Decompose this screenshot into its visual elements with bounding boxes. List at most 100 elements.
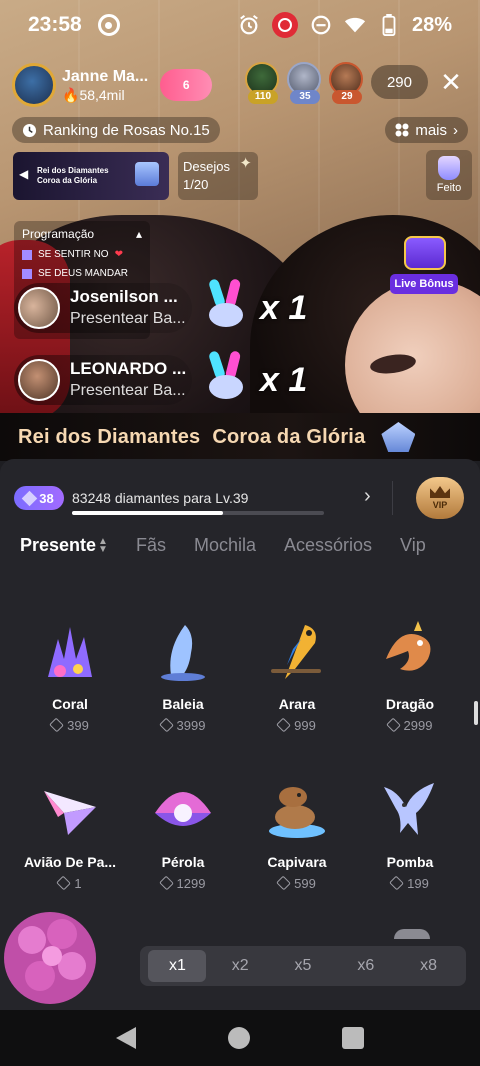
more-label: mais bbox=[415, 121, 447, 139]
live-bonus-button[interactable]: Live Bônus bbox=[390, 236, 458, 294]
tab-acessorios[interactable]: Acessórios bbox=[284, 535, 372, 556]
sender-name: LEONARDO ... bbox=[70, 359, 187, 378]
sender-avatar[interactable] bbox=[18, 287, 60, 329]
host-avatar[interactable] bbox=[12, 63, 56, 107]
tab-vip[interactable]: Vip bbox=[400, 535, 426, 556]
home-icon[interactable] bbox=[228, 1027, 250, 1049]
host-info[interactable]: Janne Ma... 🔥58,4mil 6 bbox=[12, 62, 213, 108]
gift-tabs: Presente ▲ ▼ Fãs Mochila Acessórios Vip bbox=[20, 535, 426, 556]
scrollbar[interactable] bbox=[474, 701, 478, 725]
level-badge: 38 bbox=[14, 486, 64, 510]
top-viewer-avatar[interactable]: 110 bbox=[244, 62, 281, 104]
paper-plane-icon bbox=[44, 791, 96, 835]
promo-strip[interactable]: Rei dos Diamantes Coroa da Glória bbox=[0, 413, 480, 461]
back-icon[interactable] bbox=[116, 1027, 136, 1049]
more-button[interactable]: mais › bbox=[385, 117, 468, 143]
multiplier-x2[interactable]: x2 bbox=[211, 957, 269, 975]
crown-icon bbox=[430, 486, 450, 498]
do-not-disturb-icon bbox=[311, 15, 331, 35]
treasure-chest-icon bbox=[404, 236, 446, 270]
gift-item-perola[interactable]: Pérola 1299 bbox=[128, 773, 238, 913]
viewer-level-badge: 35 bbox=[289, 90, 320, 104]
chevron-right-icon[interactable]: › bbox=[364, 485, 371, 508]
promo-title-right: Coroa da Glória bbox=[212, 425, 366, 448]
next-gift-peek bbox=[394, 929, 430, 939]
pearl-icon bbox=[155, 792, 211, 826]
clock: 23:58 bbox=[28, 13, 82, 36]
done-button[interactable]: Feito bbox=[426, 150, 472, 200]
heart-icon: ❤ bbox=[114, 249, 123, 260]
system-nav-bar bbox=[0, 1010, 480, 1066]
schedule-header: Programação ▴ bbox=[22, 227, 142, 241]
multiplier-x5[interactable]: x5 bbox=[274, 957, 332, 975]
gift-item-coral[interactable]: Coral 399 bbox=[15, 615, 125, 755]
sparkle-icon: ✦ bbox=[239, 155, 252, 172]
gift-name: Avião De Pa... bbox=[23, 854, 117, 870]
viewer-level-badge: 29 bbox=[331, 90, 362, 104]
gift-multiplier: x 1 bbox=[260, 361, 308, 399]
ranking-pill[interactable]: Ranking de Rosas No.15 bbox=[12, 117, 220, 143]
diamond-icon bbox=[276, 717, 292, 733]
multiplier-x8[interactable]: x8 bbox=[400, 957, 458, 975]
gift-price: 3999 bbox=[128, 717, 238, 733]
vip-button[interactable]: VIP bbox=[416, 477, 464, 519]
viewer-count-button[interactable]: 290 bbox=[370, 65, 428, 99]
gift-price: 599 bbox=[242, 875, 352, 891]
macaw-icon bbox=[271, 625, 321, 679]
follow-button[interactable]: 6 bbox=[160, 69, 213, 101]
gift-item-capivara[interactable]: Capivara 599 bbox=[242, 773, 352, 913]
level-row[interactable]: 38 83248 diamantes para Lv.39 › bbox=[14, 481, 466, 515]
wifi-icon bbox=[344, 17, 366, 33]
recent-apps-icon[interactable] bbox=[342, 1027, 364, 1049]
victory-hand-gift-icon bbox=[209, 351, 243, 399]
event-banner[interactable]: ◀ Rei dos Diamantes Coroa da Glória bbox=[13, 152, 169, 200]
host-name: Janne Ma... bbox=[62, 67, 149, 85]
multiplier-selector: x1 x2 x5 x6 x8 bbox=[140, 946, 466, 986]
diamond-icon bbox=[158, 717, 174, 733]
gift-action: Presentear Ba... bbox=[70, 310, 186, 327]
tab-fas[interactable]: Fãs bbox=[136, 535, 166, 556]
multiplier-x6[interactable]: x6 bbox=[337, 957, 395, 975]
sender-avatar[interactable] bbox=[18, 359, 60, 401]
diamond-icon bbox=[56, 875, 72, 891]
gift-action: Presentear Ba... bbox=[70, 382, 186, 399]
crown-icon bbox=[135, 162, 159, 186]
coral-icon bbox=[48, 627, 92, 677]
gift-item-arara[interactable]: Arara 999 bbox=[242, 615, 352, 755]
victory-hand-gift-icon bbox=[209, 279, 243, 327]
gift-item-baleia[interactable]: Baleia 3999 bbox=[128, 615, 238, 755]
gift-price: 999 bbox=[242, 717, 352, 733]
diamond-icon bbox=[49, 717, 65, 733]
grid-icon bbox=[395, 123, 409, 137]
wishes-panel[interactable]: Desejos 1/20 ✦ bbox=[178, 152, 258, 200]
gift-multiplier: x 1 bbox=[260, 289, 308, 327]
diamond-icon bbox=[158, 875, 174, 891]
banner-title-2: Coroa da Glória bbox=[37, 176, 98, 185]
screen-record-icon bbox=[97, 14, 120, 36]
tab-presente[interactable]: Presente ▲ ▼ bbox=[20, 535, 108, 556]
gem-icon bbox=[21, 490, 38, 506]
tab-mochila[interactable]: Mochila bbox=[194, 535, 256, 556]
gift-price: 2999 bbox=[355, 717, 465, 733]
diamond-icon bbox=[385, 717, 401, 733]
viewer-bar: 110 35 29 290 ✕ bbox=[244, 62, 468, 104]
top-viewer-avatar[interactable]: 35 bbox=[286, 62, 323, 104]
gift-item-aviao[interactable]: Avião De Pa... 1 bbox=[15, 773, 125, 913]
gift-name: Capivara bbox=[267, 854, 327, 870]
status-bar: 23:58 28% bbox=[0, 0, 480, 50]
whale-icon bbox=[161, 625, 205, 681]
clock-icon bbox=[22, 123, 37, 137]
gift-item-pomba[interactable]: Pomba 199 bbox=[355, 773, 465, 913]
level-progress-bar bbox=[72, 511, 324, 515]
close-icon[interactable]: ✕ bbox=[434, 65, 468, 99]
gift-item-dragao[interactable]: Dragão 2999 bbox=[355, 615, 465, 755]
top-viewer-avatar[interactable]: 29 bbox=[328, 62, 365, 104]
multiplier-x1[interactable]: x1 bbox=[148, 950, 207, 982]
gift-name: Pomba bbox=[386, 854, 434, 870]
schedule-item: SE SENTIR NO ❤ bbox=[22, 249, 142, 260]
gift-name: Arara bbox=[278, 696, 316, 712]
capybara-icon bbox=[269, 787, 325, 838]
gift-price: 399 bbox=[15, 717, 125, 733]
victory-gift-icon bbox=[438, 156, 460, 180]
chevron-right-icon: › bbox=[453, 121, 458, 139]
